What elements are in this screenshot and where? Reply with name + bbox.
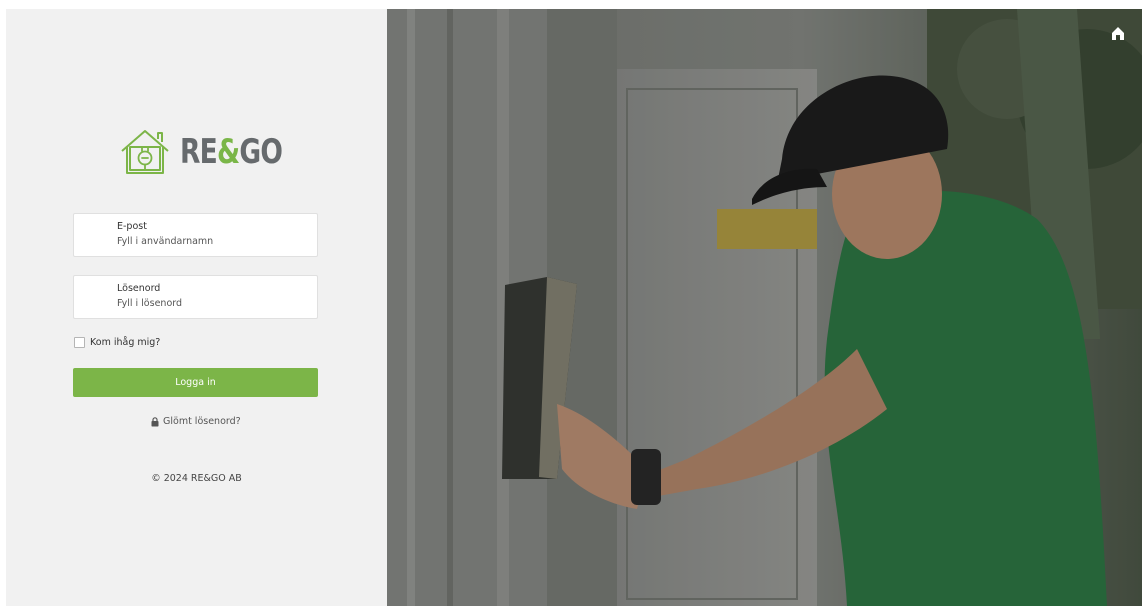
email-label: E-post: [117, 221, 147, 232]
brand-wordmark: RE&GO: [180, 132, 283, 172]
house-plug-icon: [121, 130, 169, 174]
forgot-password-link[interactable]: Glömt lösenord?: [151, 416, 241, 427]
login-button[interactable]: Logga in: [73, 368, 318, 397]
lock-icon: [151, 416, 159, 426]
remember-label[interactable]: Kom ihåg mig?: [90, 337, 160, 348]
brand-logo: RE&GO: [118, 123, 311, 181]
password-field[interactable]: Lösenord: [73, 275, 318, 319]
forgot-password-label[interactable]: Glömt lösenord?: [163, 416, 241, 427]
home-icon[interactable]: [1110, 25, 1126, 41]
hero-image: [387, 9, 1142, 606]
email-field[interactable]: E-post: [73, 213, 318, 257]
password-label: Lösenord: [117, 283, 161, 294]
login-page: RE&GO E-post Lösenord Kom ihåg mig? Logg…: [6, 9, 1142, 606]
email-input[interactable]: [117, 236, 307, 247]
remember-checkbox[interactable]: [74, 337, 85, 348]
login-panel: RE&GO E-post Lösenord Kom ihåg mig? Logg…: [6, 9, 387, 606]
password-input[interactable]: [117, 298, 307, 309]
remember-me[interactable]: Kom ihåg mig?: [74, 337, 160, 348]
logo-ampersand: &: [216, 132, 240, 172]
logo-go: GO: [239, 132, 283, 172]
logo-re: RE: [180, 132, 218, 172]
copyright-text: © 2024 RE&GO AB: [151, 473, 242, 484]
hero-photo-illustration: [387, 9, 1142, 606]
